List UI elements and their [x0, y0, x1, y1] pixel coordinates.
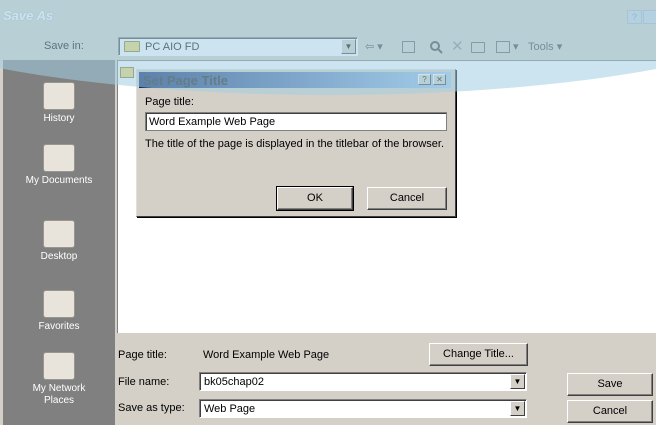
dialog-titlebar: Set Page Title ? ✕ [139, 72, 451, 88]
set-page-title-dialog: Set Page Title ? ✕ Page title: Word Exam… [136, 69, 456, 217]
file-name-value: bk05chap02 [204, 376, 264, 388]
place-label: My Network Places [32, 383, 86, 406]
dialog-cancel-label: Cancel [389, 192, 425, 204]
save-as-type-label: Save as type: [118, 402, 185, 414]
save-label: Save [597, 378, 623, 390]
search-icon [430, 41, 443, 54]
file-name-input[interactable]: bk05chap02 ▼ [199, 372, 527, 391]
place-label: Desktop [40, 251, 78, 262]
place-label: My Documents [25, 175, 93, 186]
close-icon[interactable]: ✕ [433, 74, 446, 85]
dialog-title: Set Page Title [143, 73, 229, 88]
back-button[interactable]: ⇦ ▾ [365, 39, 383, 55]
places-bar: History My Documents Desktop Favorites M… [3, 60, 115, 425]
dialog-field-label: Page title: [145, 96, 194, 108]
history-icon [43, 82, 75, 110]
place-label: History [43, 113, 75, 124]
page-title-value: Word Example Web Page [203, 349, 330, 361]
save-as-type-dropdown[interactable]: Web Page ▼ [199, 399, 527, 418]
chevron-down-icon[interactable]: ▼ [510, 374, 525, 389]
ok-button[interactable]: OK [276, 186, 354, 211]
tools-label: Tools [528, 41, 554, 53]
delete-button[interactable]: ✕ [451, 39, 464, 55]
save-in-label: Save in: [44, 40, 84, 52]
place-desktop[interactable]: Desktop [3, 220, 115, 262]
save-in-dropdown[interactable]: PC AIO FD ▼ [118, 37, 358, 56]
close-icon[interactable] [643, 10, 656, 24]
views-icon [496, 41, 510, 54]
page-title-label: Page title: [118, 349, 167, 361]
file-name-label: File name: [118, 376, 170, 388]
window-title: Save As [3, 8, 54, 23]
cancel-button[interactable]: Cancel [567, 400, 653, 423]
folder-icon [120, 67, 134, 78]
search-web-button[interactable] [428, 39, 444, 55]
tools-button[interactable]: Tools ▾ [528, 39, 562, 55]
place-my-documents[interactable]: My Documents [3, 144, 115, 186]
place-history[interactable]: History [3, 82, 115, 124]
dialog-description: The title of the page is displayed in th… [145, 138, 445, 150]
save-button[interactable]: Save [567, 373, 653, 396]
place-network[interactable]: My Network Places [3, 352, 115, 407]
place-label: Favorites [38, 321, 80, 332]
save-as-type-value: Web Page [204, 403, 256, 415]
help-icon[interactable]: ? [627, 10, 642, 24]
cancel-label: Cancel [592, 405, 628, 417]
window-titlebar: Save As ? [0, 0, 656, 30]
dialog-cancel-button[interactable]: Cancel [367, 187, 447, 210]
back-arrow-icon: ⇦ [365, 41, 375, 53]
page-title-input-value: Word Example Web Page [149, 116, 276, 128]
change-title-label: Change Title... [443, 348, 514, 360]
documents-icon [43, 144, 75, 172]
new-folder-button[interactable] [471, 42, 485, 53]
desktop-icon [43, 220, 75, 248]
place-favorites[interactable]: Favorites [3, 290, 115, 332]
views-button[interactable]: ▾ [496, 39, 519, 55]
chevron-down-icon[interactable]: ▼ [510, 401, 525, 416]
change-title-button[interactable]: Change Title... [429, 343, 528, 366]
up-folder-button[interactable] [402, 41, 415, 53]
delete-icon: ✕ [451, 38, 464, 55]
folder-icon [124, 41, 140, 52]
network-icon [43, 352, 75, 380]
save-in-value: PC AIO FD [145, 41, 200, 53]
ok-label: OK [307, 192, 323, 204]
chevron-down-icon[interactable]: ▼ [341, 39, 356, 54]
save-as-dialog: Save As ? Save in: PC AIO FD ▼ ⇦ ▾ ✕ ▾ T… [0, 0, 656, 425]
help-icon[interactable]: ? [418, 74, 431, 85]
page-title-input[interactable]: Word Example Web Page [145, 112, 447, 131]
favorites-icon [43, 290, 75, 318]
